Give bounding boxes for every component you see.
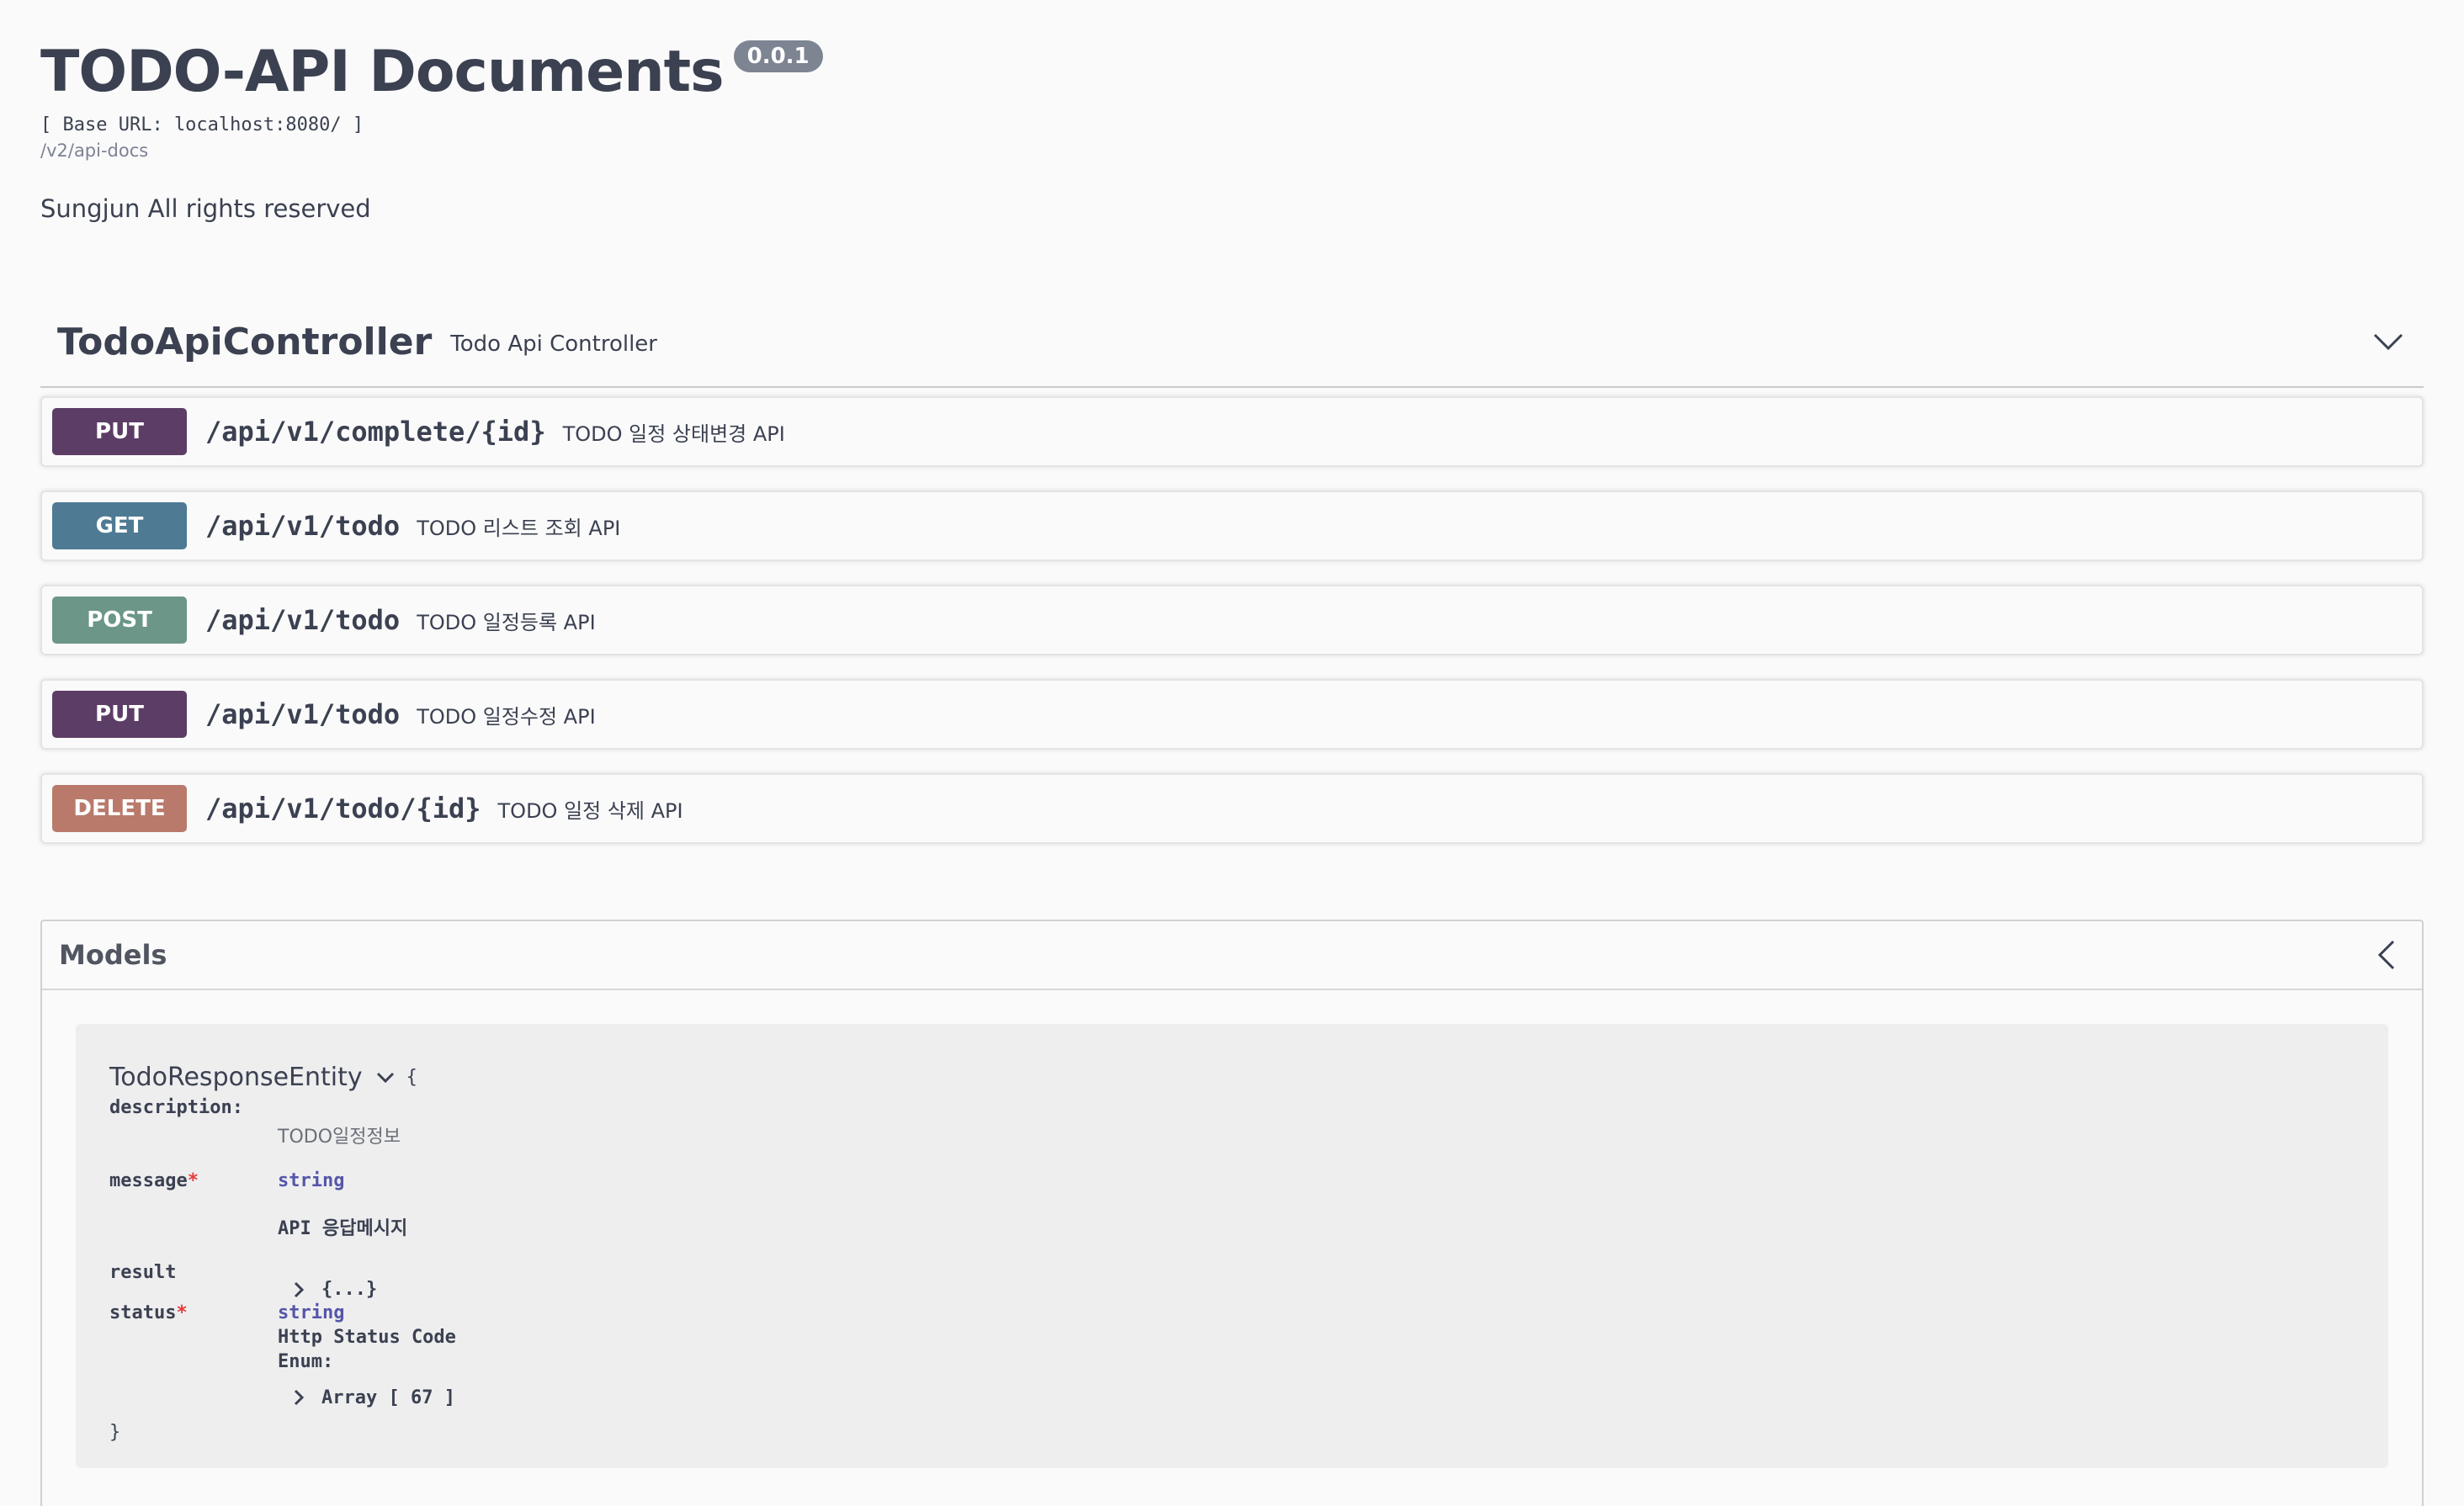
prop-name: message* <box>109 1170 199 1191</box>
prop-type: string <box>278 1302 345 1323</box>
operation-post-todo[interactable]: POST /api/v1/todo TODO 일정등록 API <box>40 585 2424 655</box>
required-mark: * <box>176 1302 188 1323</box>
models-title: Models <box>59 939 167 971</box>
description-block: description: TODO일정정보 <box>109 1097 2355 1148</box>
base-url: [ Base URL: localhost:8080/ ] <box>40 114 364 135</box>
operation-path: /api/v1/todo <box>205 604 401 636</box>
enum-expander[interactable]: Array [ 67 ] <box>293 1387 455 1408</box>
swagger-page: TODO-API Documents 0.0.1 [ Base URL: loc… <box>0 0 2464 1506</box>
operation-delete-todo[interactable]: DELETE /api/v1/todo/{id} TODO 일정 삭제 API <box>40 773 2424 844</box>
operation-put-complete[interactable]: PUT /api/v1/complete/{id} TODO 일정 상태변경 A… <box>40 396 2424 467</box>
brace-close: } <box>109 1422 121 1443</box>
tag-description: Todo Api Controller <box>450 331 657 357</box>
method-badge: POST <box>52 597 187 644</box>
title-row: TODO-API Documents 0.0.1 <box>40 37 2424 108</box>
method-badge: DELETE <box>52 785 187 832</box>
operation-get-todo[interactable]: GET /api/v1/todo TODO 리스트 조회 API <box>40 491 2424 561</box>
model-title-row[interactable]: TodoResponseEntity { <box>109 1063 2355 1092</box>
operation-path: /api/v1/todo/{id} <box>205 793 481 825</box>
chevron-down-icon[interactable] <box>376 1068 396 1088</box>
operation-summary: TODO 일정수정 API <box>417 704 596 729</box>
tag-name: TodoApiController <box>57 320 433 363</box>
operations-list: PUT /api/v1/complete/{id} TODO 일정 상태변경 A… <box>40 396 2424 844</box>
brace-open: { <box>406 1067 417 1088</box>
operation-path: /api/v1/complete/{id} <box>205 416 546 448</box>
required-mark: * <box>187 1170 199 1191</box>
chevron-right-icon <box>293 1281 310 1299</box>
models-header[interactable]: Models <box>42 921 2422 990</box>
operation-summary: TODO 일정등록 API <box>417 610 596 634</box>
version-badge: 0.0.1 <box>733 40 823 72</box>
prop-result: result {...} <box>109 1262 2355 1302</box>
models-section: Models TodoResponseEntity { description:… <box>40 920 2424 1506</box>
prop-name: status* <box>109 1302 188 1323</box>
operation-summary: TODO 리스트 조회 API <box>417 516 621 540</box>
prop-description: Http Status Code <box>278 1326 456 1348</box>
operation-summary: TODO 일정 상태변경 API <box>562 422 785 446</box>
chevron-left-icon[interactable] <box>2368 936 2405 973</box>
prop-type: string <box>278 1170 345 1191</box>
operation-path: /api/v1/todo <box>205 510 401 542</box>
result-expander[interactable]: {...} <box>293 1279 377 1300</box>
api-info: TODO-API Documents 0.0.1 [ Base URL: loc… <box>40 0 2424 223</box>
prop-status: status* string Http Status Code Enum: Ar… <box>109 1302 2355 1411</box>
api-docs-link[interactable]: /v2/api-docs <box>40 141 2424 161</box>
model-todo-response-entity: TodoResponseEntity { description: TODO일정… <box>76 1024 2388 1468</box>
chevron-right-icon <box>293 1388 310 1407</box>
chevron-down-icon[interactable] <box>2370 323 2407 360</box>
method-badge: GET <box>52 502 187 549</box>
api-description: Sungjun All rights reserved <box>40 194 371 223</box>
tag-section-todo-api-controller: TodoApiController Todo Api Controller PU… <box>40 316 2424 844</box>
tag-header[interactable]: TodoApiController Todo Api Controller <box>40 316 2424 388</box>
operation-path: /api/v1/todo <box>205 698 401 730</box>
prop-message: message* string API 응답메시지 <box>109 1170 2355 1240</box>
prop-name: result <box>109 1262 177 1283</box>
prop-description: API 응답메시지 <box>278 1218 408 1239</box>
operation-put-todo[interactable]: PUT /api/v1/todo TODO 일정수정 API <box>40 679 2424 750</box>
method-badge: PUT <box>52 408 187 455</box>
description-value: TODO일정정보 <box>278 1127 401 1148</box>
model-name: TodoResponseEntity <box>109 1063 363 1092</box>
page-title: TODO-API Documents <box>40 39 725 105</box>
method-badge: PUT <box>52 691 187 738</box>
operation-summary: TODO 일정 삭제 API <box>497 798 683 823</box>
enum-label: Enum: <box>278 1350 334 1372</box>
description-label: description: <box>109 1097 243 1118</box>
